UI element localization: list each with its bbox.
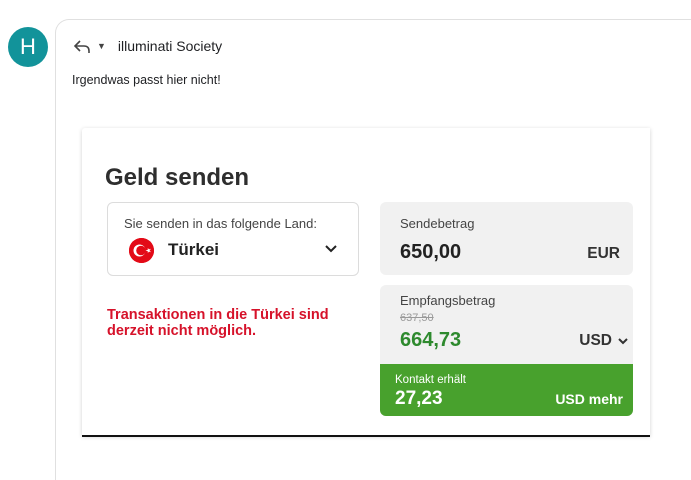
- receive-label: Empfangsbetrag: [400, 293, 496, 308]
- country-label: Sie senden in das folgende Land:: [124, 216, 317, 231]
- reply-icon[interactable]: [73, 38, 91, 54]
- avatar[interactable]: H: [8, 27, 48, 67]
- bonus-amount: 27,23: [395, 388, 443, 409]
- old-amount: 637,50: [400, 312, 434, 324]
- send-amount[interactable]: 650,00: [400, 241, 461, 264]
- bonus-label: Kontakt erhält: [395, 374, 466, 386]
- avatar-initial: H: [20, 34, 36, 59]
- country-select[interactable]: Sie senden in das folgende Land: Türkei: [107, 202, 359, 276]
- recipient-name: illuminati Society: [117, 38, 223, 54]
- send-amount-box[interactable]: Sendebetrag 650,00 EUR: [380, 202, 633, 275]
- country-name: Türkei: [168, 240, 220, 259]
- chevron-down-icon: [618, 338, 628, 345]
- receive-currency: USD: [579, 332, 612, 349]
- receive-amount-box[interactable]: Empfangsbetrag 637,50 664,73 USD Kontakt…: [380, 285, 633, 416]
- receive-currency-select[interactable]: USD: [579, 332, 629, 350]
- divider: [82, 435, 650, 437]
- chevron-down-icon[interactable]: [323, 240, 339, 256]
- send-currency: EUR: [587, 245, 620, 262]
- page-title: Geld senden: [105, 164, 250, 191]
- bonus-more: USD mehr: [555, 391, 623, 407]
- error-message: Transaktionen in die Türkei sind derzeit…: [107, 307, 329, 339]
- message-body: Irgendwas passt hier nicht!: [72, 73, 221, 87]
- send-label: Sendebetrag: [400, 216, 475, 231]
- reply-header: ▼ illuminati Society: [73, 36, 222, 56]
- receive-amount[interactable]: 664,73: [400, 329, 461, 352]
- turkey-flag-icon: [129, 238, 154, 263]
- caret-down-icon[interactable]: ▼: [97, 41, 106, 51]
- bonus-banner: Kontakt erhält 27,23 USD mehr: [380, 364, 633, 416]
